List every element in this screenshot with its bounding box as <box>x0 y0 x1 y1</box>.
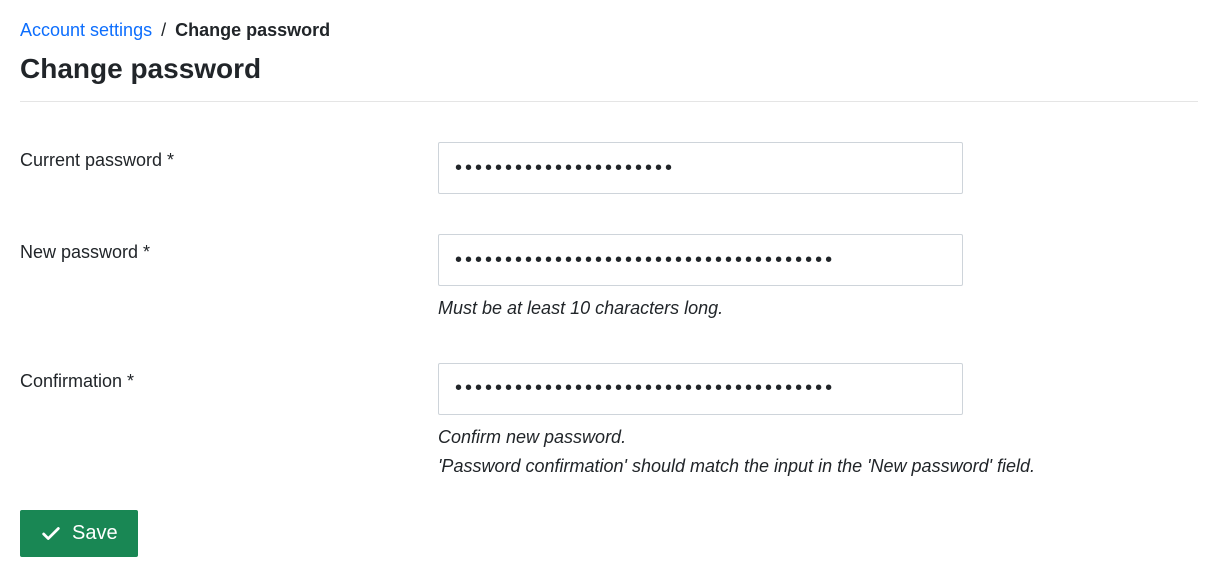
breadcrumb-separator: / <box>161 20 166 40</box>
breadcrumb-current: Change password <box>175 20 330 40</box>
new-password-label: New password * <box>20 234 438 263</box>
save-button-label: Save <box>72 522 118 545</box>
divider <box>20 101 1198 102</box>
breadcrumb-parent-link[interactable]: Account settings <box>20 20 152 40</box>
breadcrumb: Account settings / Change password <box>20 20 1198 41</box>
form-row-new-password: New password * Must be at least 10 chara… <box>20 234 1198 323</box>
confirmation-input[interactable] <box>438 363 963 415</box>
current-password-field-wrapper <box>438 142 963 194</box>
check-icon <box>40 523 62 545</box>
confirmation-help-line2: 'Password confirmation' should match the… <box>438 452 1198 481</box>
confirmation-label: Confirmation * <box>20 363 438 392</box>
confirmation-help-line1: Confirm new password. <box>438 423 1198 452</box>
form-row-confirmation: Confirmation * Confirm new password. 'Pa… <box>20 363 1198 481</box>
new-password-field-wrapper: Must be at least 10 characters long. <box>438 234 1198 323</box>
confirmation-field-wrapper: Confirm new password. 'Password confirma… <box>438 363 1198 481</box>
current-password-input[interactable] <box>438 142 963 194</box>
page-title: Change password <box>20 53 1198 85</box>
form-row-current-password: Current password * <box>20 142 1198 194</box>
new-password-input[interactable] <box>438 234 963 286</box>
new-password-help: Must be at least 10 characters long. <box>438 294 1198 323</box>
save-button[interactable]: Save <box>20 510 138 557</box>
current-password-label: Current password * <box>20 142 438 171</box>
confirmation-help: Confirm new password. 'Password confirma… <box>438 423 1198 481</box>
